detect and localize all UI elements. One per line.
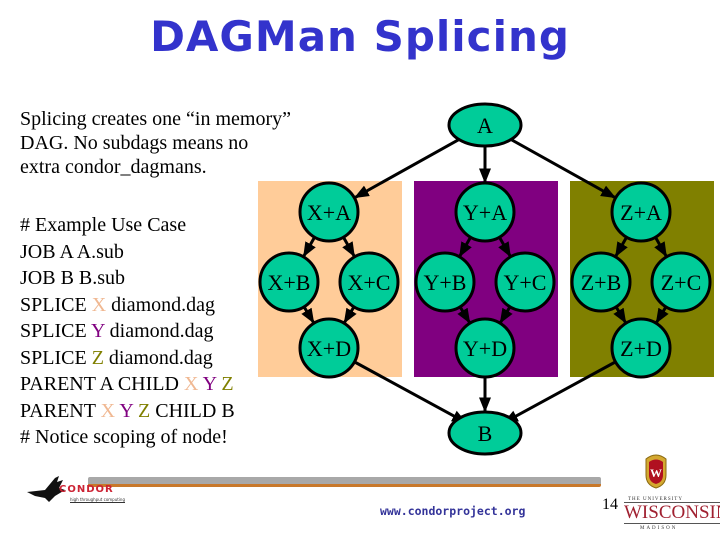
condor-logo-text: CONDOR bbox=[59, 484, 114, 495]
node-y-a: Y+A bbox=[454, 181, 516, 243]
node-label: X+A bbox=[307, 200, 351, 225]
node-label: X+C bbox=[348, 270, 391, 295]
dag-diagram: X+A X+B X+C X+D Y+A Y+B Y+C Y+D Z+A Z+B Z+C Z+D A B bbox=[258, 102, 714, 456]
node-label: B bbox=[478, 421, 493, 446]
node-label: A bbox=[477, 113, 493, 138]
condor-logo-tagline: high throughput computing bbox=[70, 497, 125, 503]
node-y-d: Y+D bbox=[454, 317, 516, 379]
node-a: A bbox=[447, 102, 523, 148]
node-label: Z+A bbox=[620, 200, 662, 225]
node-label: Y+D bbox=[463, 336, 507, 361]
node-x-a: X+A bbox=[298, 181, 360, 243]
uw-logo-name: WISCONSIN bbox=[624, 502, 720, 524]
node-label: Y+C bbox=[504, 270, 547, 295]
uw-logo-city: MADISON bbox=[640, 526, 678, 531]
node-z-c: Z+C bbox=[650, 251, 712, 313]
node-label: X+B bbox=[268, 270, 311, 295]
node-x-d: X+D bbox=[298, 317, 360, 379]
node-y-b: Y+B bbox=[414, 251, 476, 313]
node-b: B bbox=[447, 410, 523, 456]
footer-url-link[interactable]: www.condorproject.org bbox=[380, 504, 525, 518]
node-x-c: X+C bbox=[338, 251, 400, 313]
node-label: Y+B bbox=[424, 270, 467, 295]
node-label: Z+B bbox=[581, 270, 622, 295]
node-label: X+D bbox=[307, 336, 351, 361]
page-number: 14 bbox=[602, 496, 618, 513]
node-z-d: Z+D bbox=[610, 317, 672, 379]
node-y-c: Y+C bbox=[494, 251, 556, 313]
node-z-b: Z+B bbox=[570, 251, 632, 313]
svg-text:W: W bbox=[650, 466, 662, 480]
node-z-a: Z+A bbox=[610, 181, 672, 243]
node-label: Z+C bbox=[661, 270, 702, 295]
uw-crest-icon: W bbox=[645, 454, 667, 489]
node-label: Z+D bbox=[620, 336, 662, 361]
footer-divider-bar bbox=[88, 477, 601, 487]
node-label: Y+A bbox=[463, 200, 507, 225]
node-x-b: X+B bbox=[258, 251, 320, 313]
